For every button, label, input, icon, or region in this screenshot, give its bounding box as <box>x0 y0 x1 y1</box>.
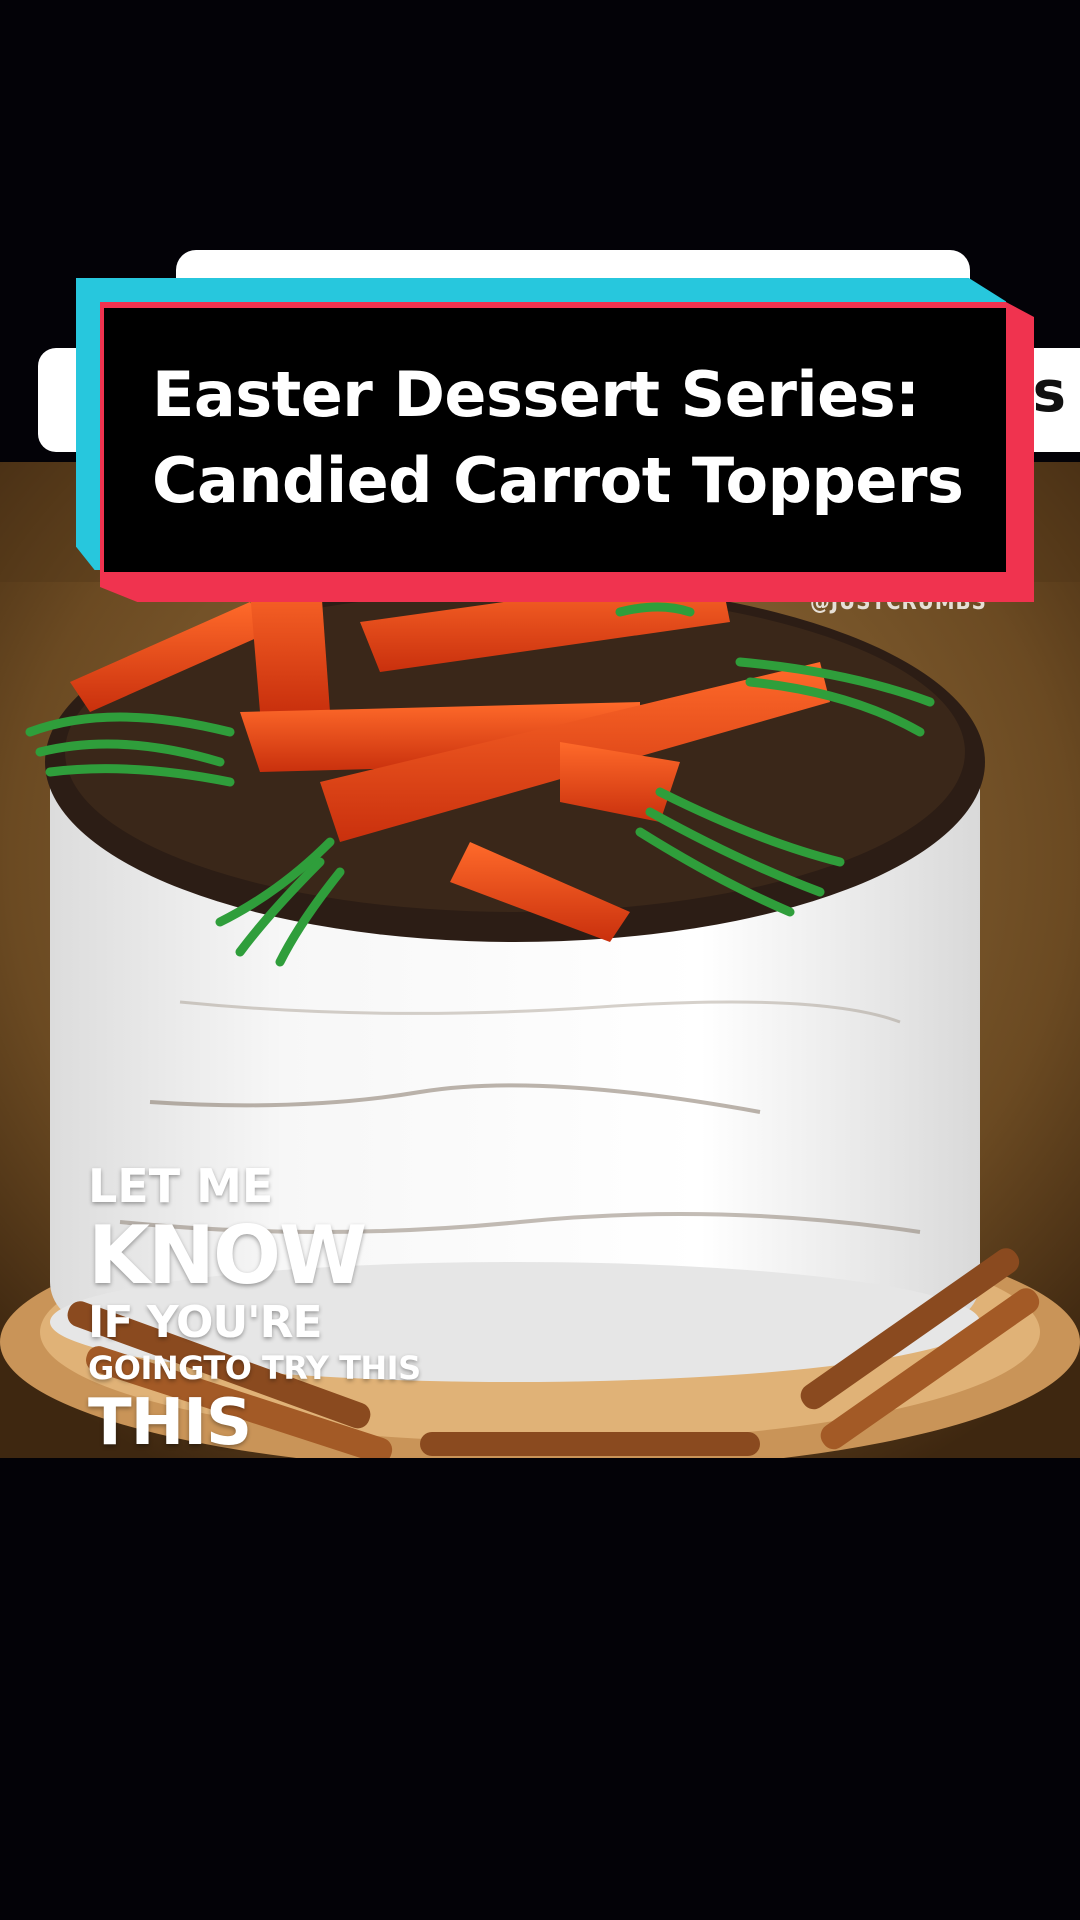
cta-line-1: LET ME <box>88 1159 274 1213</box>
title-card: Easter Dessert Series: Candied Carrot To… <box>104 308 1006 572</box>
cta-line-4: GOINGTO TRY THIS <box>88 1349 421 1387</box>
cta-line-3: IF YOU'RE <box>88 1297 323 1348</box>
cta-line-5: THIS <box>88 1386 252 1460</box>
cta-overlay-text: LET ME KNOW IF YOU'RE GOINGTO TRY THIS T… <box>88 1158 421 1458</box>
video-screen[interactable]: s @JUSTCRUMBS Easter Dessert Series: Can… <box>0 0 1080 1920</box>
caption-partial-text: s <box>1032 360 1066 425</box>
title-line-2: Candied Carrot Toppers <box>152 444 964 517</box>
cta-line-2: KNOW <box>88 1209 367 1302</box>
title-line-1: Easter Dessert Series: <box>152 358 920 431</box>
